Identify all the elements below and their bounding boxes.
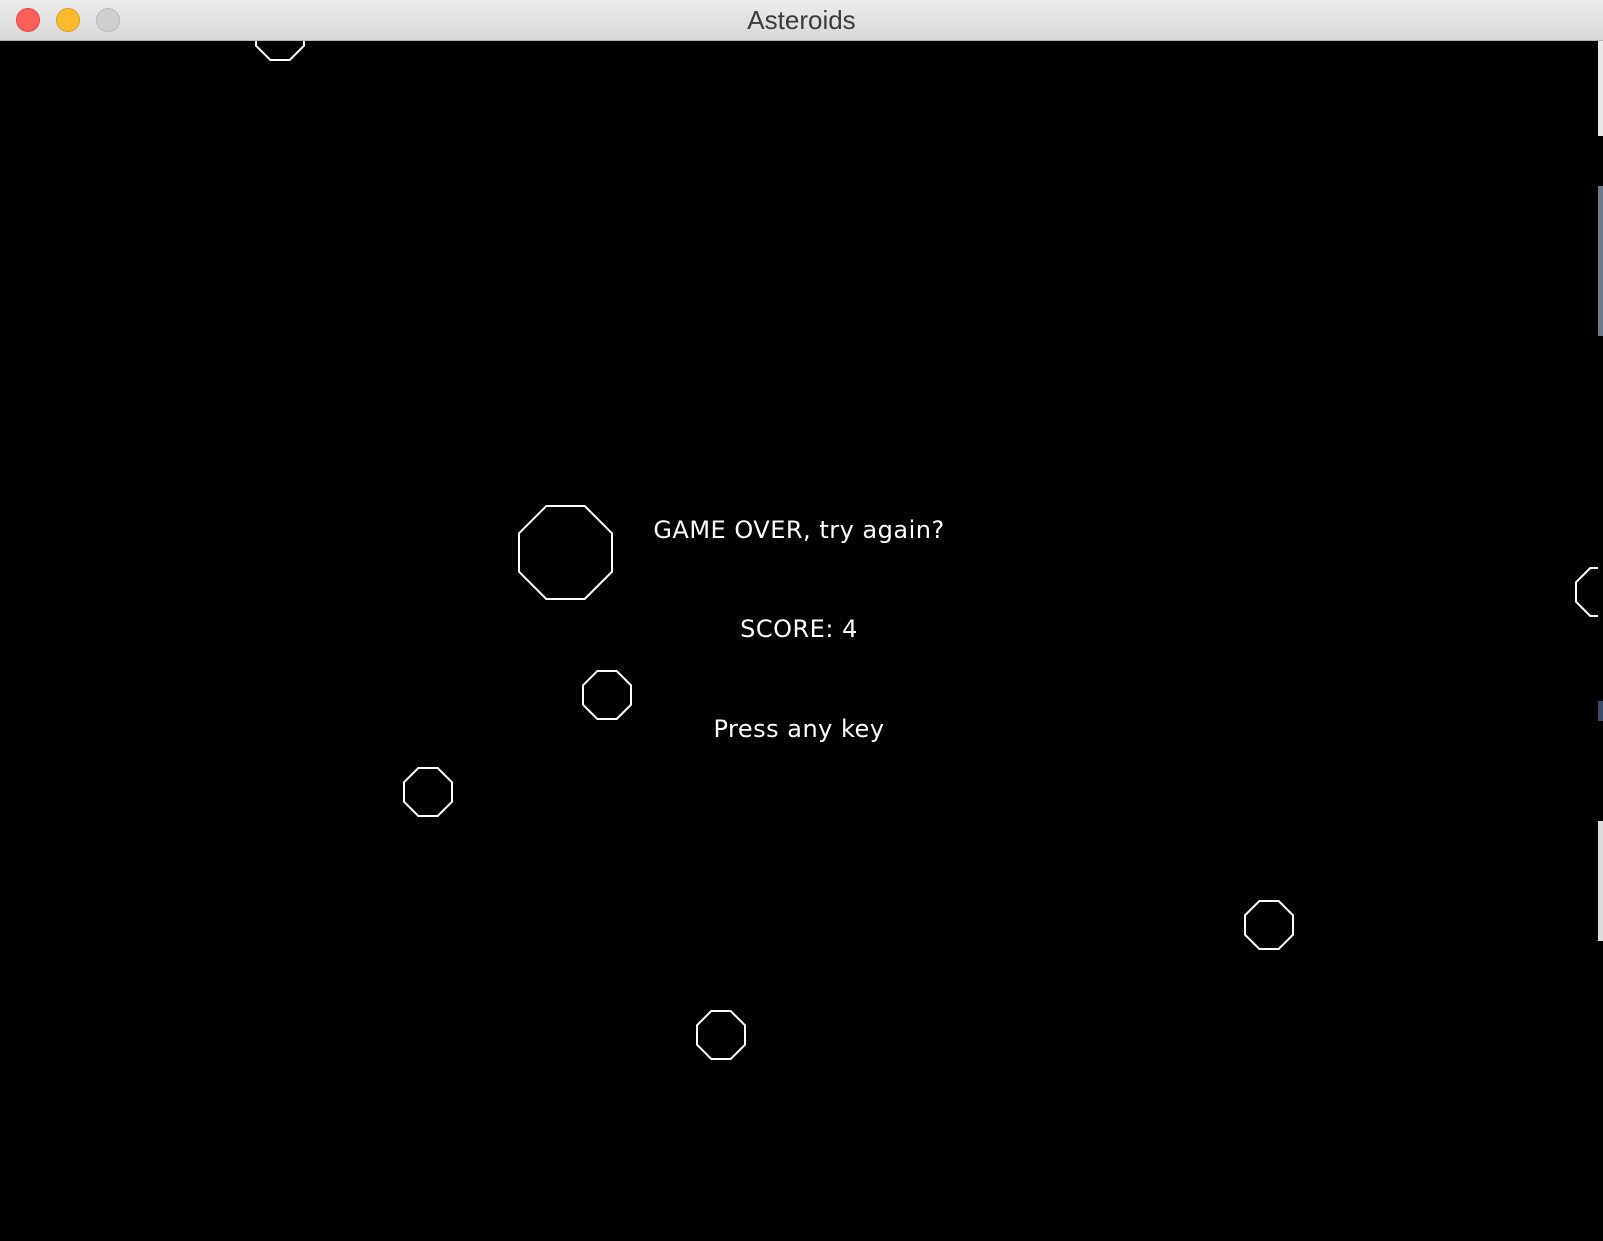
app-window: Asteroids GAME OVER, try again? SCORE: 4…	[0, 0, 1603, 1241]
asteroid-small	[582, 670, 632, 720]
game-canvas[interactable]: GAME OVER, try again? SCORE: 4 Press any…	[0, 41, 1603, 1241]
asteroid-small	[696, 1010, 746, 1060]
window-title: Asteroids	[747, 5, 856, 35]
score-value: 4	[842, 615, 858, 643]
title-bar[interactable]: Asteroids	[0, 0, 1603, 41]
asteroid-small	[255, 41, 305, 61]
score-display: SCORE: 4	[0, 615, 1598, 643]
window-edge-strip	[1598, 41, 1603, 1241]
asteroid-small	[1244, 900, 1294, 950]
score-label: SCORE:	[740, 615, 834, 643]
press-any-key-prompt: Press any key	[713, 715, 885, 743]
asteroid-small	[1575, 567, 1598, 617]
asteroid-small	[403, 767, 453, 817]
game-over-message: GAME OVER, try again?	[653, 516, 945, 544]
